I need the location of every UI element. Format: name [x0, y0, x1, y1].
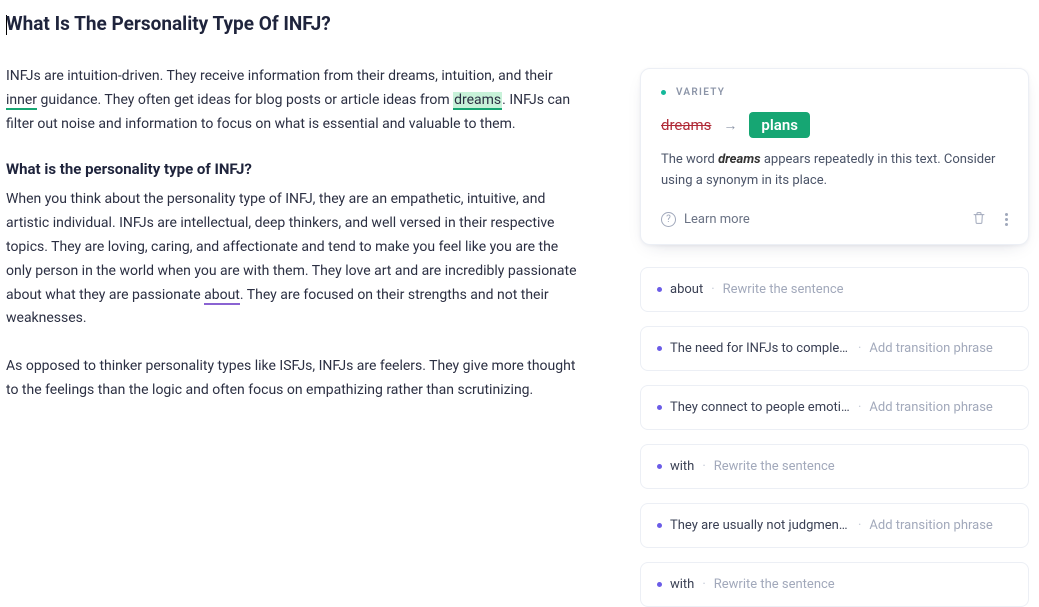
highlight-about[interactable]: about — [204, 287, 240, 305]
dismiss-button[interactable] — [971, 210, 987, 230]
suggestion-hint: Add transition phrase — [869, 341, 992, 356]
subheading-1[interactable]: What is the personality type of INFJ? — [6, 160, 580, 178]
replacement-row: dreams → plans — [661, 112, 1008, 138]
suggestion-category: VARIETY — [661, 87, 1008, 98]
suggestions-pane: VARIETY dreams → plans The word dreams a… — [640, 0, 1039, 532]
trash-icon — [971, 210, 987, 226]
bullet-icon — [657, 523, 662, 528]
suggestion-item[interactable]: The need for INFJs to complete … · Add t… — [640, 326, 1029, 371]
suggestion-snippet: about — [670, 282, 703, 297]
suggestion-item[interactable]: with · Rewrite the sentence — [640, 562, 1029, 607]
learn-more-link[interactable]: ? Learn more — [661, 212, 750, 227]
suggestion-item[interactable]: with · Rewrite the sentence — [640, 444, 1029, 489]
suggestion-item[interactable]: They are usually not judgmental… · Add t… — [640, 503, 1029, 548]
paragraph-3[interactable]: As opposed to thinker personality types … — [6, 355, 580, 403]
suggestion-item[interactable]: They connect to people emotio… · Add tra… — [640, 385, 1029, 430]
suggestion-hint: Rewrite the sentence — [714, 459, 835, 474]
paragraph-2[interactable]: When you think about the personality typ… — [6, 188, 580, 331]
suggestion-card-expanded[interactable]: VARIETY dreams → plans The word dreams a… — [640, 68, 1029, 245]
suggestion-snippet: They are usually not judgmental… — [670, 518, 850, 533]
highlight-inner[interactable]: inner — [6, 92, 37, 110]
suggestion-hint: Rewrite the sentence — [723, 282, 844, 297]
suggestion-message: The word dreams appears repeatedly in th… — [661, 150, 1008, 192]
text: guidance. They often get ideas for blog … — [37, 92, 453, 108]
separator: · — [711, 282, 714, 297]
paragraph-1[interactable]: INFJs are intuition-driven. They receive… — [6, 65, 580, 136]
bullet-icon — [657, 287, 662, 292]
category-dot-icon — [661, 90, 666, 95]
suggestion-hint: Rewrite the sentence — [714, 577, 835, 592]
separator: · — [858, 518, 861, 533]
separator: · — [702, 459, 705, 474]
highlight-dreams[interactable]: dreams — [453, 92, 502, 110]
suggestion-snippet: with — [670, 459, 694, 474]
separator: · — [858, 341, 861, 356]
bullet-icon — [657, 582, 662, 587]
suggestion-item[interactable]: about · Rewrite the sentence — [640, 267, 1029, 312]
more-options-button[interactable] — [1005, 213, 1008, 226]
arrow-icon: → — [723, 117, 737, 134]
card-footer: ? Learn more — [661, 210, 1008, 230]
suggestion-hint: Add transition phrase — [869, 400, 992, 415]
bullet-icon — [657, 405, 662, 410]
suggestion-snippet: The need for INFJs to complete … — [670, 341, 850, 356]
separator: · — [702, 577, 705, 592]
help-icon: ? — [661, 212, 676, 227]
suggestion-snippet: with — [670, 577, 694, 592]
bullet-icon — [657, 464, 662, 469]
original-word: dreams — [661, 116, 711, 134]
separator: · — [858, 400, 861, 415]
suggested-word-button[interactable]: plans — [749, 112, 809, 138]
suggestion-snippet: They connect to people emotio… — [670, 400, 850, 415]
text: INFJs are intuition-driven. They receive… — [6, 68, 553, 84]
suggestion-hint: Add transition phrase — [869, 518, 992, 533]
editor-pane[interactable]: What Is The Personality Type Of INFJ? IN… — [0, 0, 640, 532]
page-title[interactable]: What Is The Personality Type Of INFJ? — [6, 12, 580, 35]
bullet-icon — [657, 346, 662, 351]
